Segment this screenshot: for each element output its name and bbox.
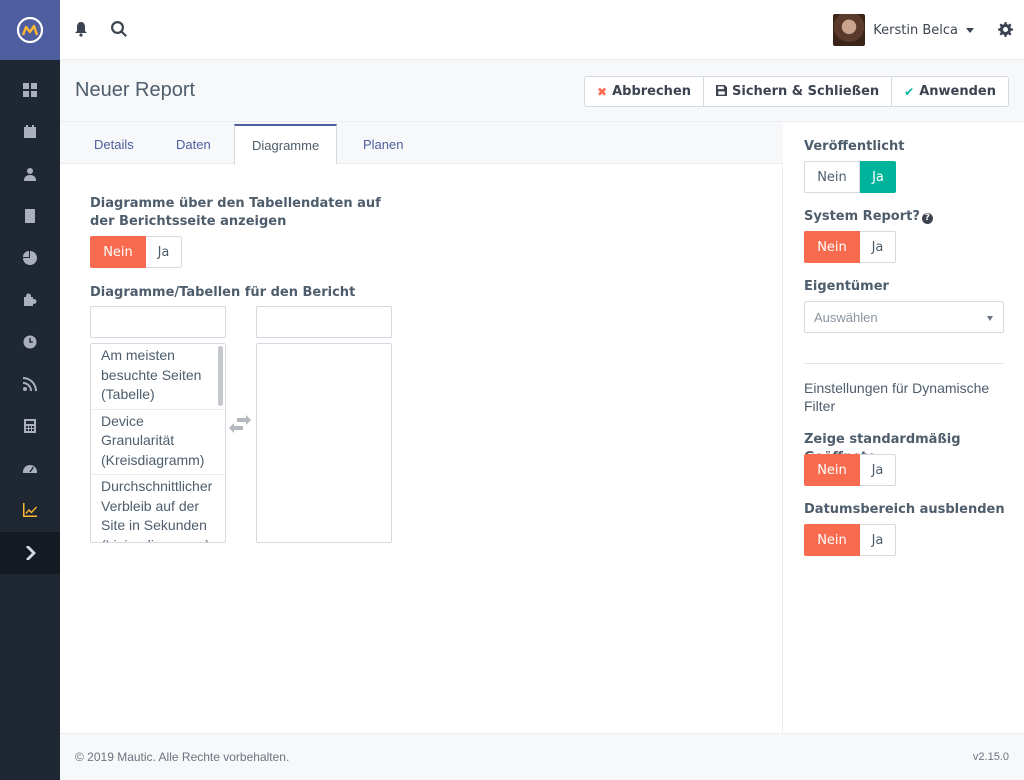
copyright-text: © 2019 Mautic. Alle Rechte vorbehalten.: [75, 750, 290, 764]
system-report-yes[interactable]: Ja: [860, 231, 896, 263]
nav-companies[interactable]: [0, 195, 60, 237]
help-icon[interactable]: ?: [921, 213, 933, 224]
hide-date-label: Datumsbereich ausblenden: [804, 502, 1005, 517]
system-report-no[interactable]: Nein: [804, 231, 860, 263]
nav-points[interactable]: [0, 405, 60, 447]
tab-planen[interactable]: Planen: [346, 124, 420, 165]
caret-down-icon: [966, 27, 974, 33]
published-yes[interactable]: Ja: [860, 161, 896, 193]
nav-channels[interactable]: [0, 363, 60, 405]
search-icon: [111, 21, 127, 37]
nav-dashboard[interactable]: [0, 69, 60, 111]
owner-label: Eigentümer: [804, 279, 889, 294]
list-item[interactable]: Device Granularität (Kreisdiagramm): [91, 410, 225, 475]
show-charts-toggle: Nein Ja: [90, 236, 182, 268]
swap-icon: [229, 415, 251, 437]
cancel-button[interactable]: ✖ Abbrechen: [584, 76, 705, 107]
charts-label: Diagramme/Tabellen für den Bericht: [90, 285, 356, 300]
save-close-button[interactable]: Sichern & Schließen: [703, 76, 893, 107]
avatar: [833, 14, 866, 46]
sidebar: [0, 0, 60, 780]
right-panel: Veröffentlicht Nein Ja System Report?? N…: [784, 122, 1024, 733]
system-report-label: System Report??: [804, 208, 933, 226]
notifications-button[interactable]: [73, 21, 91, 39]
published-toggle: Nein Ja: [804, 161, 896, 193]
page-title: Neuer Report: [75, 79, 196, 101]
apply-label: Anwenden: [919, 84, 996, 99]
nav-contacts[interactable]: [0, 153, 60, 195]
line-chart-icon: [23, 503, 37, 517]
user-menu[interactable]: Kerstin Belca: [833, 14, 974, 46]
system-report-toggle: Nein Ja: [804, 231, 896, 263]
cancel-label: Abbrechen: [612, 84, 692, 99]
bell-icon: [75, 22, 87, 37]
save-close-label: Sichern & Schließen: [732, 84, 880, 99]
contacts-icon: [24, 168, 36, 181]
top-bar: Kerstin Belca: [60, 0, 1024, 60]
published-no[interactable]: Nein: [804, 161, 860, 193]
action-buttons: ✖ Abbrechen Sichern & Schließen ✔ Anwend…: [584, 76, 1009, 107]
tab-details[interactable]: Details: [77, 124, 151, 165]
available-search-input[interactable]: [90, 306, 226, 338]
selected-charts-list[interactable]: [256, 343, 392, 543]
apply-button[interactable]: ✔ Anwenden: [891, 76, 1009, 107]
available-charts-list[interactable]: Am meisten besuchte Seiten (Tabelle) Dev…: [90, 343, 226, 543]
components-icon: [24, 293, 37, 306]
tab-daten[interactable]: Daten: [159, 124, 228, 165]
show-open-yes[interactable]: Ja: [860, 454, 896, 486]
calculator-icon: [24, 419, 36, 433]
show-charts-yes[interactable]: Ja: [146, 236, 182, 268]
calendar-icon: [24, 125, 36, 138]
nav-components[interactable]: [0, 279, 60, 321]
list-item[interactable]: Durchschnittlicher Verbleib auf der Site…: [91, 475, 225, 542]
hide-date-toggle: Nein Ja: [804, 524, 896, 556]
nav-calendar[interactable]: [0, 111, 60, 153]
chevron-right-icon: [26, 546, 36, 560]
gear-icon: [998, 22, 1013, 37]
tab-diagramme[interactable]: Diagramme: [234, 124, 338, 165]
footer: © 2019 Mautic. Alle Rechte vorbehalten. …: [60, 733, 1024, 780]
segments-icon: [23, 251, 37, 265]
clock-icon: [23, 335, 37, 349]
caret-down-icon: [987, 316, 993, 321]
version-text: v2.15.0: [972, 751, 1009, 763]
list-item[interactable]: Am meisten besuchte Seiten (Tabelle): [91, 344, 225, 410]
hide-date-yes[interactable]: Ja: [860, 524, 896, 556]
hide-date-no[interactable]: Nein: [804, 524, 860, 556]
user-name: Kerstin Belca: [873, 22, 958, 38]
list-scrollbar[interactable]: [218, 346, 223, 406]
system-report-text: System Report?: [804, 209, 920, 224]
owner-placeholder: Auswählen: [814, 310, 878, 325]
search-button[interactable]: [111, 21, 129, 39]
dynamic-filter-heading: Einstellungen für Dynamische Filter: [804, 380, 990, 414]
main-content: Details Daten Diagramme Planen Diagramme…: [60, 122, 783, 733]
nav-campaigns[interactable]: [0, 321, 60, 363]
mautic-logo-icon: [16, 16, 44, 44]
close-icon: ✖: [597, 84, 608, 99]
tab-bar: Details Daten Diagramme Planen: [60, 122, 783, 165]
check-icon: ✔: [904, 84, 915, 99]
nav-stages[interactable]: [0, 447, 60, 489]
show-open-toggle: Nein Ja: [804, 454, 896, 486]
tachometer-icon: [23, 465, 37, 473]
rss-icon: [23, 377, 37, 391]
nav-segments[interactable]: [0, 237, 60, 279]
save-icon: [716, 84, 728, 99]
dashboard-icon: [23, 83, 37, 97]
page-header: Neuer Report ✖ Abbrechen Sichern & Schli…: [60, 60, 1024, 122]
sidebar-expand-button[interactable]: [0, 532, 60, 574]
show-charts-no[interactable]: Nein: [90, 236, 146, 268]
mautic-logo[interactable]: [0, 0, 60, 60]
show-charts-label: Diagramme über den Tabellendaten auf der…: [90, 196, 381, 229]
selected-search-input[interactable]: [256, 306, 392, 338]
show-open-no[interactable]: Nein: [804, 454, 860, 486]
owner-select[interactable]: Auswählen: [804, 301, 1004, 333]
published-label: Veröffentlicht: [804, 139, 905, 154]
divider: [804, 363, 1004, 364]
companies-icon: [25, 209, 35, 223]
nav-reports[interactable]: [0, 489, 60, 531]
settings-button[interactable]: [998, 22, 1013, 41]
